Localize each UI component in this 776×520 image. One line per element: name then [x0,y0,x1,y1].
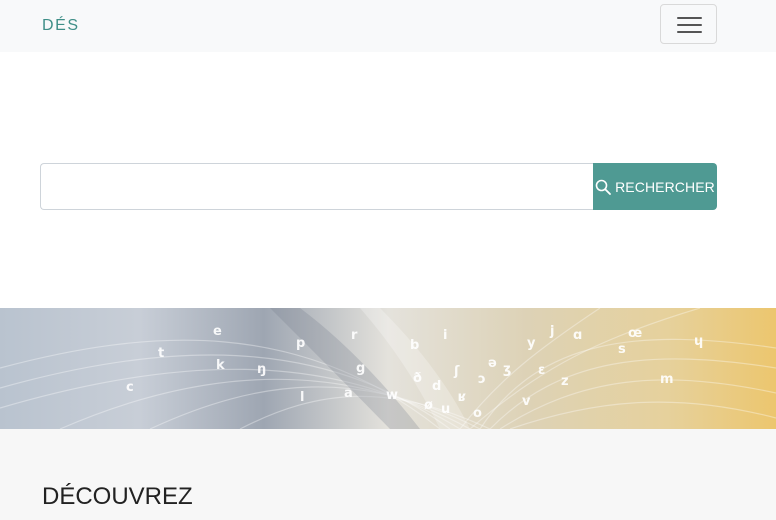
hamburger-icon-line [677,24,702,26]
search-form: RECHERCHER [40,163,717,210]
search-input[interactable] [40,163,594,210]
brand-logo[interactable]: DÉS [42,17,80,35]
banner-letter: w [386,388,399,403]
banner-letter: m [660,372,674,387]
banner-letter: l [300,390,305,405]
banner-letter: ɥ [694,334,704,349]
banner-letter: ɔ [478,372,486,387]
banner-letter: k [216,358,225,373]
banner-letter: o [473,406,482,421]
banner-letter: ɑ [573,328,583,343]
navbar: DÉS [0,0,776,52]
search-button-label: RECHERCHER [615,178,715,195]
banner-letter: œ [628,326,643,341]
banner-letter: ə [488,356,497,371]
banner-letter: ŋ [257,362,267,377]
banner-letter: s [618,342,626,357]
banner-letter: d [432,379,442,394]
banner-letter: r [351,328,358,343]
banner-letter: p [296,336,306,351]
banner-letter: g [356,361,366,376]
banner-letter: i [443,328,448,343]
banner-letter: ð [413,371,422,386]
discover-section: DÉCOUVREZ [0,429,776,520]
banner-letter: u [441,402,451,417]
search-button[interactable]: RECHERCHER [593,163,717,210]
banner-letter: a [344,386,353,401]
banner-letter: z [561,374,569,389]
banner-letter: t [158,346,165,361]
book-pages-illustration [0,308,776,429]
banner-letter: ʃ [454,364,460,379]
banner-letter: j [550,324,555,339]
banner-letter: ɛ [538,363,546,378]
banner-letter: v [522,394,531,409]
search-icon [595,179,611,195]
hamburger-icon [677,17,702,19]
banner-letter: b [410,338,420,353]
banner-image: e p r b i k ŋ g ð d ʃ ɔ ʒ y ɑ œ ɥ s ɛ ə … [0,308,776,429]
banner-letter: ø [424,398,433,413]
banner-letter: c [126,380,134,395]
menu-toggle-button[interactable] [660,4,717,44]
hamburger-icon-line [677,31,702,33]
discover-heading: DÉCOUVREZ [42,483,193,510]
banner-letter: y [527,336,536,351]
banner-letter: ʁ [458,390,467,405]
banner-letter: e [213,324,222,339]
banner-letter: ʒ [503,362,512,377]
